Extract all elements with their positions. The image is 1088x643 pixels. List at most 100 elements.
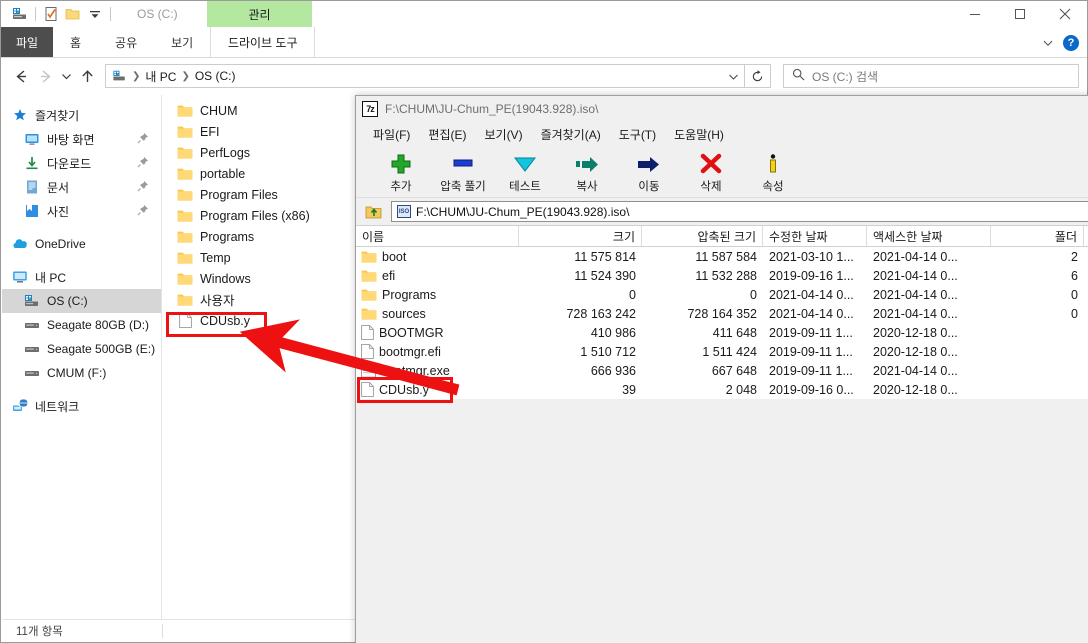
address-bar[interactable]: ❯ 내 PC ❯ OS (C:): [105, 64, 745, 88]
breadcrumb-item-osc[interactable]: OS (C:): [195, 69, 236, 83]
forward-button[interactable]: [33, 64, 57, 88]
sidebar-item-os-c[interactable]: OS (C:): [2, 289, 161, 313]
list-item-label: PerfLogs: [200, 145, 251, 160]
move-button[interactable]: 이동: [618, 149, 680, 197]
menu-item-edit[interactable]: 편집(E): [419, 124, 475, 144]
column-header-label: 압축된 크기: [697, 229, 756, 244]
sidebar-item-[interactable]: 네트워크: [2, 394, 161, 418]
sidebar-item-cmum-f[interactable]: CMUM (F:): [2, 361, 161, 385]
help-icon[interactable]: ?: [1063, 34, 1079, 51]
up-button[interactable]: [75, 64, 99, 88]
tab-home[interactable]: 홈: [53, 27, 98, 57]
test-button[interactable]: 테스트: [494, 149, 556, 197]
tab-share[interactable]: 공유: [98, 27, 154, 57]
table-row[interactable]: sources 728 163 242 728 164 352 2021-04-14 …: [356, 304, 1088, 323]
chevron-down-icon[interactable]: [1039, 34, 1057, 52]
disk-icon: [24, 365, 40, 381]
drive-icon: [24, 293, 40, 309]
table-cell: 411 648: [642, 326, 763, 340]
table-row[interactable]: bootmgr.exe 666 936 667 648 2019-09-11 1...…: [356, 361, 1088, 380]
test-label: 테스트: [509, 181, 541, 193]
table-cell: 666 936: [519, 364, 642, 378]
breadcrumb-item-thispc[interactable]: 내 PC: [145, 68, 176, 85]
archive-path-input[interactable]: ISO F:\CHUM\JU-Chum_PE(19043.928).iso\: [391, 201, 1088, 222]
window-title: OS (C:): [137, 7, 178, 21]
table-cell: 2021-04-14 0...: [867, 288, 991, 302]
pin-icon[interactable]: [137, 204, 149, 216]
table-row[interactable]: Programs 0 0 2021-04-14 0... 2021-04-14 0...…: [356, 285, 1088, 304]
pin-icon[interactable]: [137, 156, 149, 168]
table-cell-text: 2019-09-11 1...: [769, 344, 853, 359]
table-row[interactable]: efi 11 524 390 11 532 288 2019-09-16 1... 20…: [356, 266, 1088, 285]
table-cell-text: 0: [1071, 306, 1078, 321]
column-header[interactable]: 크기: [519, 226, 642, 246]
copy-button[interactable]: 복사: [556, 149, 618, 197]
search-input[interactable]: OS (C:) 검색: [812, 68, 878, 85]
table-cell-text: 2021-04-14 0...: [873, 249, 958, 264]
table-cell-text: 2019-09-11 1...: [769, 363, 853, 378]
info-label: 속성: [762, 181, 784, 193]
close-button[interactable]: [1042, 1, 1087, 27]
pin-icon[interactable]: [137, 180, 149, 192]
sidebar-item-seagate-500gb-e[interactable]: Seagate 500GB (E:): [2, 337, 161, 361]
sidebar-item-[interactable]: 바탕 화면: [2, 127, 161, 151]
new-folder-icon[interactable]: [62, 3, 84, 25]
column-header[interactable]: 폴더: [991, 226, 1084, 246]
up-one-level-icon[interactable]: [364, 202, 384, 222]
table-cell-text: CDUsb.y: [379, 382, 430, 397]
column-header[interactable]: 파: [1084, 226, 1088, 246]
table-cell-text: 2: [1071, 249, 1078, 264]
search-box[interactable]: OS (C:) 검색: [783, 64, 1079, 88]
table-cell: boot: [356, 250, 519, 264]
sidebar-item-[interactable]: 다운로드: [2, 151, 161, 175]
sidebar-item-pc[interactable]: 내 PC: [2, 265, 161, 289]
table-cell-text: 11 524 390: [574, 268, 636, 283]
column-header[interactable]: 이름: [356, 226, 519, 246]
sidebar-item-onedrive[interactable]: OneDrive: [2, 232, 161, 256]
menu-item-view[interactable]: 보기(V): [475, 124, 531, 144]
delete-button[interactable]: 삭제: [680, 149, 742, 197]
info-button[interactable]: 속성: [742, 149, 804, 197]
customize-qat-icon[interactable]: [84, 3, 106, 25]
column-header[interactable]: 수정한 날짜: [763, 226, 867, 246]
sidebar-item-seagate-80gb-d[interactable]: Seagate 80GB (D:): [2, 313, 161, 337]
sidebar-item-[interactable]: 사진: [2, 199, 161, 223]
table-cell: 2021-04-14 0...: [763, 288, 867, 302]
desktop-icon: [24, 131, 40, 147]
table-cell-text: 1 511 424: [702, 344, 757, 359]
table-row[interactable]: BOOTMGR 410 986 411 648 2019-09-11 1... 2020…: [356, 323, 1088, 342]
recent-locations-button[interactable]: [57, 64, 75, 88]
table-cell-text: 2021-03-10 1...: [769, 249, 854, 264]
list-item-label: Program Files: [200, 187, 278, 202]
column-header[interactable]: 액세스한 날짜: [867, 226, 991, 246]
info-icon: [763, 152, 783, 176]
tab-drive-tools[interactable]: 드라이브 도구: [210, 27, 316, 57]
menu-item-file[interactable]: 파일(F): [364, 124, 419, 144]
minimize-button[interactable]: [952, 1, 997, 27]
refresh-button[interactable]: [745, 64, 771, 88]
table-cell-text: 666 936: [590, 363, 636, 378]
add-button[interactable]: 추가: [370, 149, 432, 197]
pin-icon[interactable]: [137, 132, 149, 144]
maximize-button[interactable]: [997, 1, 1042, 27]
tab-file[interactable]: 파일: [1, 27, 53, 57]
tab-view[interactable]: 보기: [154, 27, 210, 57]
disk-icon: [24, 317, 40, 333]
table-row[interactable]: CDUsb.y 39 2 048 2019-09-16 0... 2020-12-18 …: [356, 380, 1088, 399]
back-button[interactable]: [9, 64, 33, 88]
table-cell-text: 728 163 242: [566, 306, 636, 321]
menu-item-favorites[interactable]: 즐겨찾기(A): [532, 124, 610, 144]
table-row[interactable]: boot 11 575 814 11 587 584 2021-03-10 1... 2…: [356, 247, 1088, 266]
sidebar-item-[interactable]: 문서: [2, 175, 161, 199]
menu-item-tools[interactable]: 도구(T): [610, 124, 665, 144]
properties-icon[interactable]: [40, 3, 62, 25]
table-row[interactable]: bootmgr.efi 1 510 712 1 511 424 2019-09-11 …: [356, 342, 1088, 361]
folder-icon: [177, 250, 193, 266]
address-dropdown-icon[interactable]: [724, 65, 742, 87]
table-cell-text: 2021-04-14 0...: [873, 306, 958, 321]
column-header[interactable]: 압축된 크기: [642, 226, 763, 246]
sidebar-item-[interactable]: 즐겨찾기: [2, 103, 161, 127]
menu-item-help[interactable]: 도움말(H): [665, 124, 733, 144]
extract-button[interactable]: 압축 풀기: [432, 149, 494, 197]
nav-group-gap: [2, 256, 161, 265]
